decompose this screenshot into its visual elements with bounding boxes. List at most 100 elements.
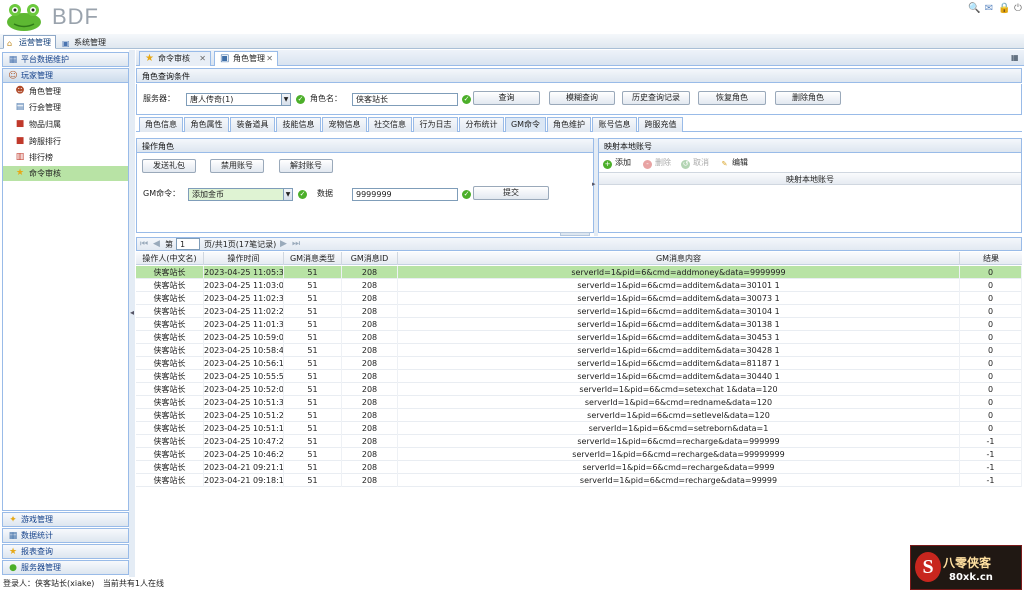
cell-result: 0 [960,305,1022,318]
add-mapping-button[interactable]: + 添加 [603,157,631,169]
tab-role-info[interactable]: 角色信息 [139,117,183,132]
section-label: 报表查询 [21,547,53,556]
table-row[interactable]: 侠客站长 2023-04-25 10:56:14 51 208 serverId=1&p… [136,357,1022,370]
table-row[interactable]: 侠客站长 2023-04-25 10:58:40 51 208 serverId=1&p… [136,344,1022,357]
column-gm-id[interactable]: GM消息ID [342,252,398,265]
cell-result: 0 [960,422,1022,435]
table-row[interactable]: 侠客站长 2023-04-21 09:18:17 51 208 serverId=1&p… [136,474,1022,487]
prev-page-icon[interactable]: ◀ [153,239,160,249]
table-row[interactable]: 侠客站长 2023-04-25 10:51:26 51 208 serverId=1&p… [136,409,1022,422]
table-row[interactable]: 侠客站长 2023-04-25 11:02:23 51 208 serverId=1&p… [136,305,1022,318]
tab-menu-icon[interactable]: ▦ [1011,53,1019,62]
table-row[interactable]: 侠客站长 2023-04-25 11:03:04 51 208 serverId=1&p… [136,279,1022,292]
sidebar-item-leaderboard[interactable]: ▥ 排行榜 [3,150,128,165]
table-row[interactable]: 侠客站长 2023-04-25 10:55:54 51 208 serverId=1&p… [136,370,1022,383]
cell-operator: 侠客站长 [136,422,204,435]
fuzzy-query-button[interactable]: 模糊查询 [549,91,615,105]
tab-equipment[interactable]: 装备道具 [230,117,275,132]
sidebar-section-platform[interactable]: ▦ 平台数据维护 [2,52,129,67]
table-row[interactable]: 侠客站长 2023-04-25 10:51:17 51 208 serverId=1&p… [136,422,1022,435]
toolbar-label: 删除 [655,158,671,167]
gm-command-select[interactable]: 添加金币 ▼ [188,188,293,201]
server-icon: ● [9,563,17,573]
tab-distribution[interactable]: 分布统计 [459,117,504,132]
sidebar-section-reports[interactable]: ★ 报表查询 [2,544,129,559]
tab-account-info[interactable]: 账号信息 [592,117,637,132]
delete-role-button[interactable]: 删除角色 [775,91,841,105]
column-gm-type[interactable]: GM消息类型 [284,252,342,265]
tab-cross-recharge[interactable]: 跨服充值 [638,117,683,132]
tab-pets[interactable]: 宠物信息 [322,117,367,132]
sidebar-section-players[interactable]: ☺ 玩家管理 [2,68,129,83]
search-icon[interactable]: 🔍 [968,3,980,14]
data-input[interactable]: 9999999 [352,188,458,201]
tab-role-maintenance[interactable]: 角色维护 [547,117,591,132]
gm-command-value: 添加金币 [192,190,224,199]
delete-mapping-button[interactable]: - 删除 [643,157,671,169]
cell-time: 2023-04-25 10:46:22 [204,448,284,461]
sidebar-item-cross-server-rank[interactable]: ■ 跨服排行 [3,134,128,149]
cell-gm-id: 208 [342,344,398,357]
last-page-icon[interactable]: ⏭ [292,239,300,249]
power-icon[interactable]: ⏻ [1012,3,1024,14]
panel-resize-handle[interactable] [560,232,590,236]
tab-role-management[interactable]: ▣ 角色管理 ✕ [214,51,278,66]
sidebar-section-stats[interactable]: ▦ 数据统计 [2,528,129,543]
cancel-mapping-button[interactable]: ↺ 取消 [681,157,709,169]
expand-arrow-icon[interactable]: ▸ [592,180,596,188]
unban-account-button[interactable]: 解封账号 [279,159,333,173]
tab-role-attributes[interactable]: 角色属性 [184,117,229,132]
table-row[interactable]: 侠客站长 2023-04-25 11:02:37 51 208 serverId=1&p… [136,292,1022,305]
lock-icon[interactable]: 🔒 [998,3,1010,14]
mail-icon[interactable]: ✉ [983,3,995,14]
check-icon: ✓ [462,190,471,199]
cell-time: 2023-04-25 11:05:34 [204,266,284,279]
column-gm-content[interactable]: GM消息内容 [398,252,960,265]
column-time[interactable]: 操作时间 [204,252,284,265]
sidebar-item-guild-management[interactable]: ▤ 行会管理 [3,100,128,115]
collapse-arrow-icon[interactable]: ◂ [130,308,134,317]
table-row[interactable]: 侠客站长 2023-04-25 10:51:37 51 208 serverId=1&p… [136,396,1022,409]
table-row[interactable]: 侠客站长 2023-04-25 10:52:05 51 208 serverId=1&p… [136,383,1022,396]
tab-gm-command[interactable]: GM命令 [505,117,546,132]
tab-operations[interactable]: ⌂ 运营管理 [3,35,56,49]
chevron-down-icon[interactable]: ▼ [281,94,290,105]
sidebar-item-command-review[interactable]: ★ 命令审核 [3,166,128,181]
table-row[interactable]: 侠客站长 2023-04-25 11:01:38 51 208 serverId=1&p… [136,318,1022,331]
role-name-input[interactable]: 侠客站长 [352,93,458,106]
frog-logo-icon [7,4,41,31]
first-page-icon[interactable]: ⏮ [140,239,148,249]
chevron-down-icon[interactable]: ▼ [283,189,292,200]
restore-role-button[interactable]: 恢复角色 [698,91,766,105]
tab-behavior-log[interactable]: 行为日志 [413,117,458,132]
column-result[interactable]: 结果 [960,252,1022,265]
table-row[interactable]: 侠客站长 2023-04-21 09:21:14 51 208 serverId=1&p… [136,461,1022,474]
query-button[interactable]: 查询 [473,91,540,105]
sidebar-item-role-management[interactable]: ☻ 角色管理 [3,84,128,99]
sidebar-item-item-ownership[interactable]: ■ 物品归属 [3,117,128,132]
cell-gm-content: serverId=1&pid=6&cmd=additem&data=30101 … [398,279,960,292]
tab-system[interactable]: ▣ 系统管理 [58,35,111,49]
mapping-column-header[interactable]: 映射本地账号 [599,172,1021,185]
tab-social[interactable]: 社交信息 [368,117,412,132]
close-icon[interactable]: ✕ [266,52,273,66]
sidebar-section-servers[interactable]: ● 服务器管理 [2,560,129,575]
column-operator[interactable]: 操作人(中文名) [136,252,204,265]
server-select[interactable]: 唐人传奇(1) ▼ [186,93,291,106]
table-row[interactable]: 侠客站长 2023-04-25 10:59:06 51 208 serverId=1&p… [136,331,1022,344]
section-label: 玩家管理 [21,71,53,80]
tab-command-review[interactable]: ★ 命令审核 ✕ [139,51,211,66]
send-gift-button[interactable]: 发送礼包 [142,159,196,173]
tab-skills[interactable]: 技能信息 [276,117,321,132]
close-icon[interactable]: ✕ [199,52,206,66]
history-query-button[interactable]: 历史查询记录 [622,91,690,105]
disable-account-button[interactable]: 禁用账号 [210,159,264,173]
table-row[interactable]: 侠客站长 2023-04-25 11:05:34 51 208 serverId=1&p… [136,266,1022,279]
submit-button[interactable]: 提交 [473,186,549,200]
sidebar-section-game[interactable]: ✦ 游戏管理 [2,512,129,527]
page-number-input[interactable]: 1 [176,238,200,250]
table-row[interactable]: 侠客站长 2023-04-25 10:47:26 51 208 serverId=1&p… [136,435,1022,448]
edit-mapping-button[interactable]: ✎ 编辑 [720,157,748,169]
next-page-icon[interactable]: ▶ [280,239,287,249]
table-row[interactable]: 侠客站长 2023-04-25 10:46:22 51 208 serverId=1&p… [136,448,1022,461]
